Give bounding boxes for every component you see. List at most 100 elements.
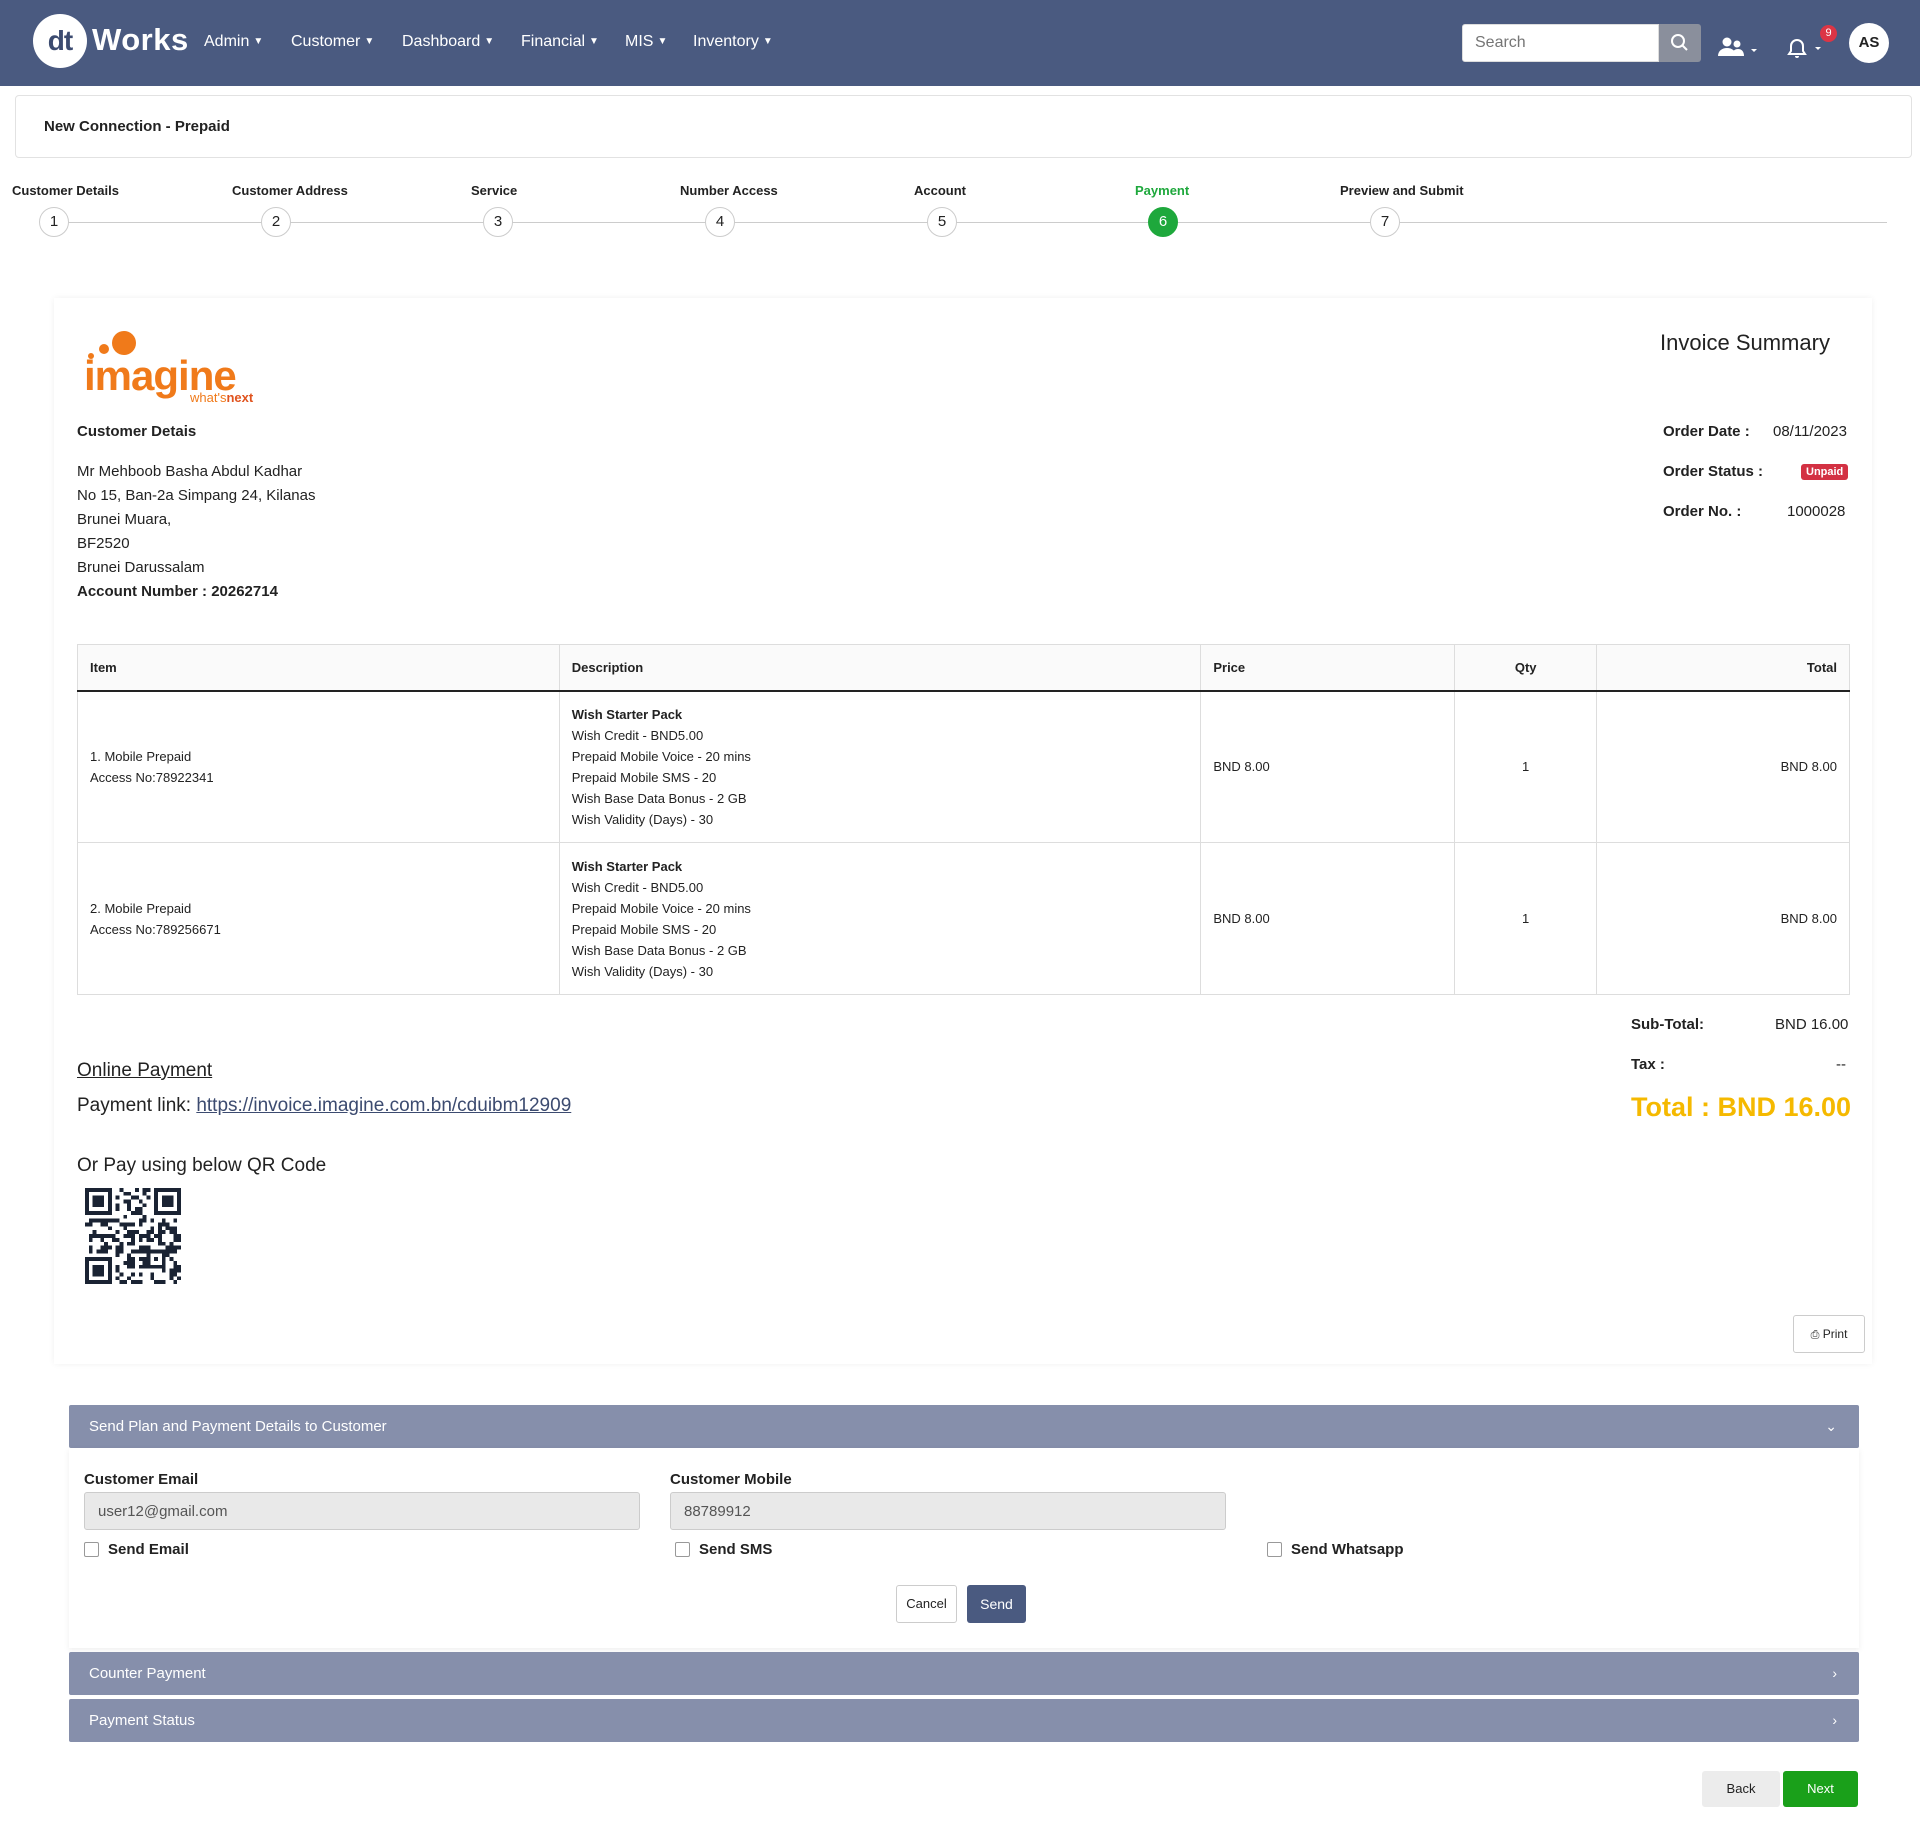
step-3[interactable]: 3 [483, 207, 513, 237]
order-number-label: Order No. : [1663, 503, 1742, 520]
item-cell: 2. Mobile Prepaid Access No:789256671 [77, 842, 560, 995]
customer-address-line-1: No 15, Ban-2a Simpang 24, Kilanas [77, 487, 316, 504]
menu-customer[interactable]: Customer ▼ [291, 33, 374, 51]
order-date: 08/11/2023 [1773, 423, 1847, 440]
chevron-down-icon: ⌄ [1825, 1418, 1837, 1434]
notifications-button[interactable] [1785, 38, 1823, 65]
send-email-checkbox[interactable] [84, 1542, 99, 1557]
caret-down-icon: ▼ [484, 36, 495, 47]
customer-mobile-label: Customer Mobile [670, 1471, 792, 1488]
col-qty: Qty [1454, 644, 1598, 692]
bell-icon [1787, 39, 1821, 58]
send-whatsapp-checkbox[interactable] [1267, 1542, 1282, 1557]
qr-code-icon [85, 1188, 181, 1284]
step-label-3: Service [471, 183, 518, 198]
search-input[interactable] [1462, 24, 1659, 62]
accordion-send-details[interactable]: Send Plan and Payment Details to Custome… [69, 1405, 1859, 1448]
customer-postcode: BF2520 [77, 535, 130, 552]
description-cell: Wish Starter Pack Wish Credit - BND5.00 … [558, 842, 1202, 995]
stepper-line [54, 222, 1887, 223]
customer-email-label: Customer Email [84, 1471, 199, 1488]
brand-tagline: what'snext [190, 390, 254, 405]
next-button[interactable]: Next [1783, 1771, 1858, 1807]
caret-down-icon: ▼ [762, 36, 773, 47]
subtotal-label: Sub-Total: [1631, 1016, 1705, 1033]
search-icon [1671, 34, 1688, 51]
total-cell: BND 8.00 [1596, 842, 1850, 995]
col-item: Item [77, 644, 560, 692]
caret-down-icon: ▼ [364, 36, 375, 47]
col-total: Total [1596, 644, 1850, 692]
print-button[interactable]: ⎙ Print [1793, 1315, 1865, 1353]
customer-name: Mr Mehboob Basha Abdul Kadhar [77, 463, 303, 480]
chevron-right-icon: › [1832, 1712, 1837, 1728]
order-number: 1000028 [1787, 503, 1846, 520]
account-number-row: Account Number : 20262714 [77, 583, 278, 600]
caret-down-icon: ▼ [253, 36, 264, 47]
table-header-row: Item Description Price Qty Total [77, 644, 1850, 692]
search-button[interactable] [1659, 24, 1701, 62]
menu-financial[interactable]: Financial ▼ [521, 33, 599, 51]
qty-cell: 1 [1454, 842, 1598, 995]
back-button[interactable]: Back [1702, 1771, 1780, 1807]
step-label-2: Customer Address [232, 183, 348, 198]
table-row: 2. Mobile Prepaid Access No:789256671 Wis… [77, 842, 1850, 995]
menu-inventory[interactable]: Inventory ▼ [693, 33, 773, 51]
accordion-counter-payment[interactable]: Counter Payment › [69, 1652, 1859, 1695]
total-cell: BND 8.00 [1596, 690, 1850, 843]
chevron-right-icon: › [1832, 1665, 1837, 1681]
invoice-table: Item Description Price Qty Total 1. Mobi… [77, 644, 1850, 995]
send-sms-checkbox[interactable] [675, 1542, 690, 1557]
customer-email-field[interactable] [84, 1492, 640, 1530]
notification-badge: 9 [1820, 25, 1837, 42]
users-icon [1718, 37, 1757, 56]
avatar[interactable]: AS [1849, 23, 1889, 63]
step-label-1: Customer Details [12, 183, 119, 198]
customer-country: Brunei Darussalam [77, 559, 205, 576]
send-email-label: Send Email [108, 1541, 189, 1558]
caret-down-icon: ▼ [657, 36, 668, 47]
step-5[interactable]: 5 [927, 207, 957, 237]
online-payment-title: Online Payment [77, 1060, 213, 1081]
description-cell: Wish Starter Pack Wish Credit - BND5.00 … [558, 690, 1202, 843]
table-row: 1. Mobile Prepaid Access No:78922341 Wish… [77, 690, 1850, 843]
accordion-payment-status[interactable]: Payment Status › [69, 1699, 1859, 1742]
customer-address-line-2: Brunei Muara, [77, 511, 172, 528]
users-menu[interactable] [1716, 36, 1760, 63]
step-6[interactable]: 6 [1148, 207, 1178, 237]
payment-link-row: Payment link: https://invoice.imagine.co… [77, 1095, 571, 1117]
step-label-4: Number Access [680, 183, 778, 198]
invoice-heading: Invoice Summary [1660, 330, 1830, 355]
subtotal-value: BND 16.00 [1775, 1016, 1849, 1033]
logo-text[interactable]: Works [92, 22, 189, 58]
customer-mobile-field[interactable] [670, 1492, 1226, 1530]
step-label-5: Account [914, 183, 966, 198]
logo-mark[interactable]: dt [33, 14, 87, 68]
send-whatsapp-label: Send Whatsapp [1291, 1541, 1404, 1558]
page-title-card: New Connection - Prepaid [15, 95, 1912, 158]
menu-admin[interactable]: Admin ▼ [204, 33, 263, 51]
tax-label: Tax : [1631, 1056, 1665, 1073]
col-price: Price [1200, 644, 1456, 692]
qr-caption: Or Pay using below QR Code [77, 1155, 327, 1176]
step-2[interactable]: 2 [261, 207, 291, 237]
top-navbar: dt Works Admin ▼ Customer ▼ Dashboard ▼ Fin… [0, 0, 1920, 86]
cancel-button[interactable]: Cancel [896, 1585, 957, 1623]
menu-mis[interactable]: MIS ▼ [625, 33, 667, 51]
payment-qr-code [85, 1188, 181, 1284]
payment-link[interactable]: https://invoice.imagine.com.bn/cduibm129… [196, 1095, 571, 1116]
grand-total: Total : BND 16.00 [1631, 1092, 1852, 1122]
tax-value: -- [1836, 1056, 1846, 1073]
qty-cell: 1 [1454, 690, 1598, 843]
step-4[interactable]: 4 [705, 207, 735, 237]
status-badge: Unpaid [1801, 464, 1849, 480]
send-button[interactable]: Send [967, 1585, 1026, 1623]
order-status-label: Order Status : [1663, 463, 1764, 480]
menu-dashboard[interactable]: Dashboard ▼ [402, 33, 494, 51]
caret-down-icon: ▼ [589, 36, 599, 47]
col-description: Description [558, 644, 1202, 692]
page-title: New Connection - Prepaid [44, 118, 230, 135]
price-cell: BND 8.00 [1200, 842, 1456, 995]
step-1[interactable]: 1 [39, 207, 69, 237]
step-7[interactable]: 7 [1370, 207, 1400, 237]
